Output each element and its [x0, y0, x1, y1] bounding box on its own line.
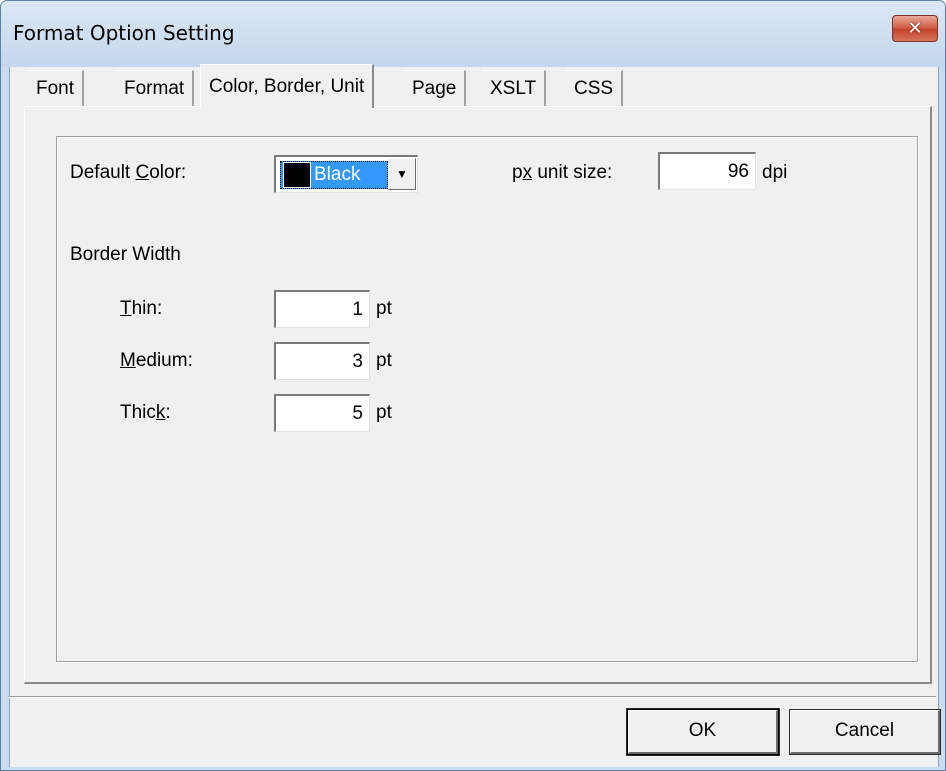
px-unit-label-mnemonic: x — [522, 162, 533, 183]
thick-label-pre: Thic — [120, 402, 156, 423]
px-unit-label-post: unit size: — [532, 162, 613, 183]
default-color-label-post: olor: — [149, 162, 187, 183]
tab-css-label: CSS — [574, 78, 614, 99]
tab-font[interactable]: Font — [28, 70, 85, 106]
default-color-label: Default Color: — [70, 162, 186, 184]
tab-color-border-unit-label: Color, Border, Unit — [209, 76, 365, 97]
title-bar[interactable]: Format Option Setting ✕ — [1, 1, 945, 67]
px-unit-dpi-label: dpi — [762, 162, 788, 183]
tab-page-label: Page — [412, 78, 457, 99]
medium-label-mnemonic: M — [120, 350, 136, 371]
default-color-label-mnemonic: C — [135, 162, 150, 183]
chevron-down-icon: ▼ — [396, 167, 408, 181]
dropdown-arrow-button[interactable]: ▼ — [388, 158, 416, 190]
thick-label-mnemonic: k — [155, 402, 166, 423]
tab-xslt[interactable]: XSLT — [482, 70, 547, 106]
tab-page[interactable]: Page — [404, 70, 467, 106]
default-color-selection: Black — [280, 161, 388, 189]
settings-group-box — [56, 136, 918, 662]
color-swatch — [283, 162, 311, 188]
px-unit-size-input[interactable]: 96 — [658, 152, 756, 190]
tab-font-label: Font — [36, 78, 75, 99]
thin-label: Thin: — [120, 298, 162, 320]
default-color-value: Black — [314, 164, 361, 185]
tab-xslt-label: XSLT — [490, 78, 537, 99]
tab-css[interactable]: CSS — [566, 70, 624, 106]
px-unit-label-pre: p — [512, 162, 523, 183]
default-color-label-pre: Default — [70, 162, 136, 183]
medium-label: Medium: — [120, 350, 193, 372]
medium-width-input[interactable]: 3 — [274, 342, 370, 380]
footer-divider — [8, 696, 936, 698]
tab-format[interactable]: Format — [116, 70, 195, 106]
close-icon: ✕ — [907, 18, 923, 39]
thick-label-post: : — [165, 402, 171, 423]
ok-button[interactable]: OK — [628, 710, 778, 754]
border-width-heading: Border Width — [70, 244, 181, 265]
tab-color-border-unit[interactable]: Color, Border, Unit — [200, 64, 375, 108]
cancel-button[interactable]: Cancel — [790, 710, 940, 754]
thick-unit-label: pt — [376, 402, 392, 423]
default-color-dropdown[interactable]: Black ▼ — [274, 155, 418, 193]
thin-label-mnemonic: T — [120, 298, 132, 319]
thin-unit-label: pt — [376, 298, 392, 319]
thin-label-post: hin: — [131, 298, 163, 319]
medium-unit-label: pt — [376, 350, 392, 371]
window-title: Format Option Setting — [13, 21, 235, 45]
close-button[interactable]: ✕ — [892, 15, 938, 42]
thin-width-input[interactable]: 1 — [274, 290, 370, 328]
medium-label-post: edium: — [135, 350, 193, 371]
px-unit-size-label: px unit size: — [512, 162, 612, 184]
thick-label: Thick: — [120, 402, 171, 424]
tab-format-label: Format — [124, 78, 185, 99]
thick-width-input[interactable]: 5 — [274, 394, 370, 432]
